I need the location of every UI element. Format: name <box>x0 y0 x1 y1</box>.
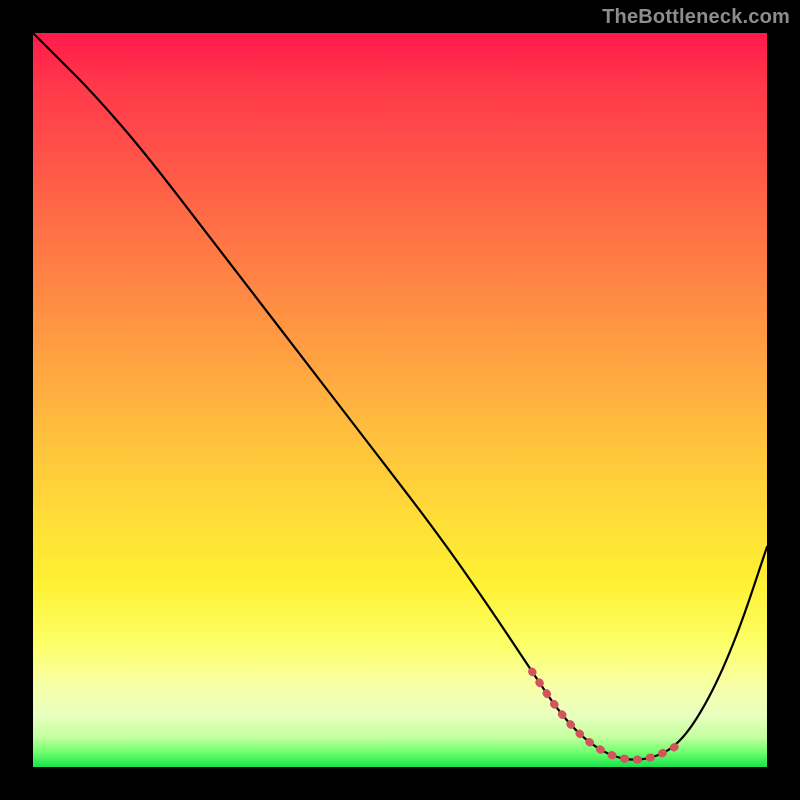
watermark-text: TheBottleneck.com <box>602 6 790 29</box>
bottleneck-curve <box>33 33 767 760</box>
optimal-band <box>532 672 679 760</box>
chart-frame: TheBottleneck.com <box>0 0 800 800</box>
curve-layer <box>33 33 767 767</box>
plot-area <box>33 33 767 767</box>
